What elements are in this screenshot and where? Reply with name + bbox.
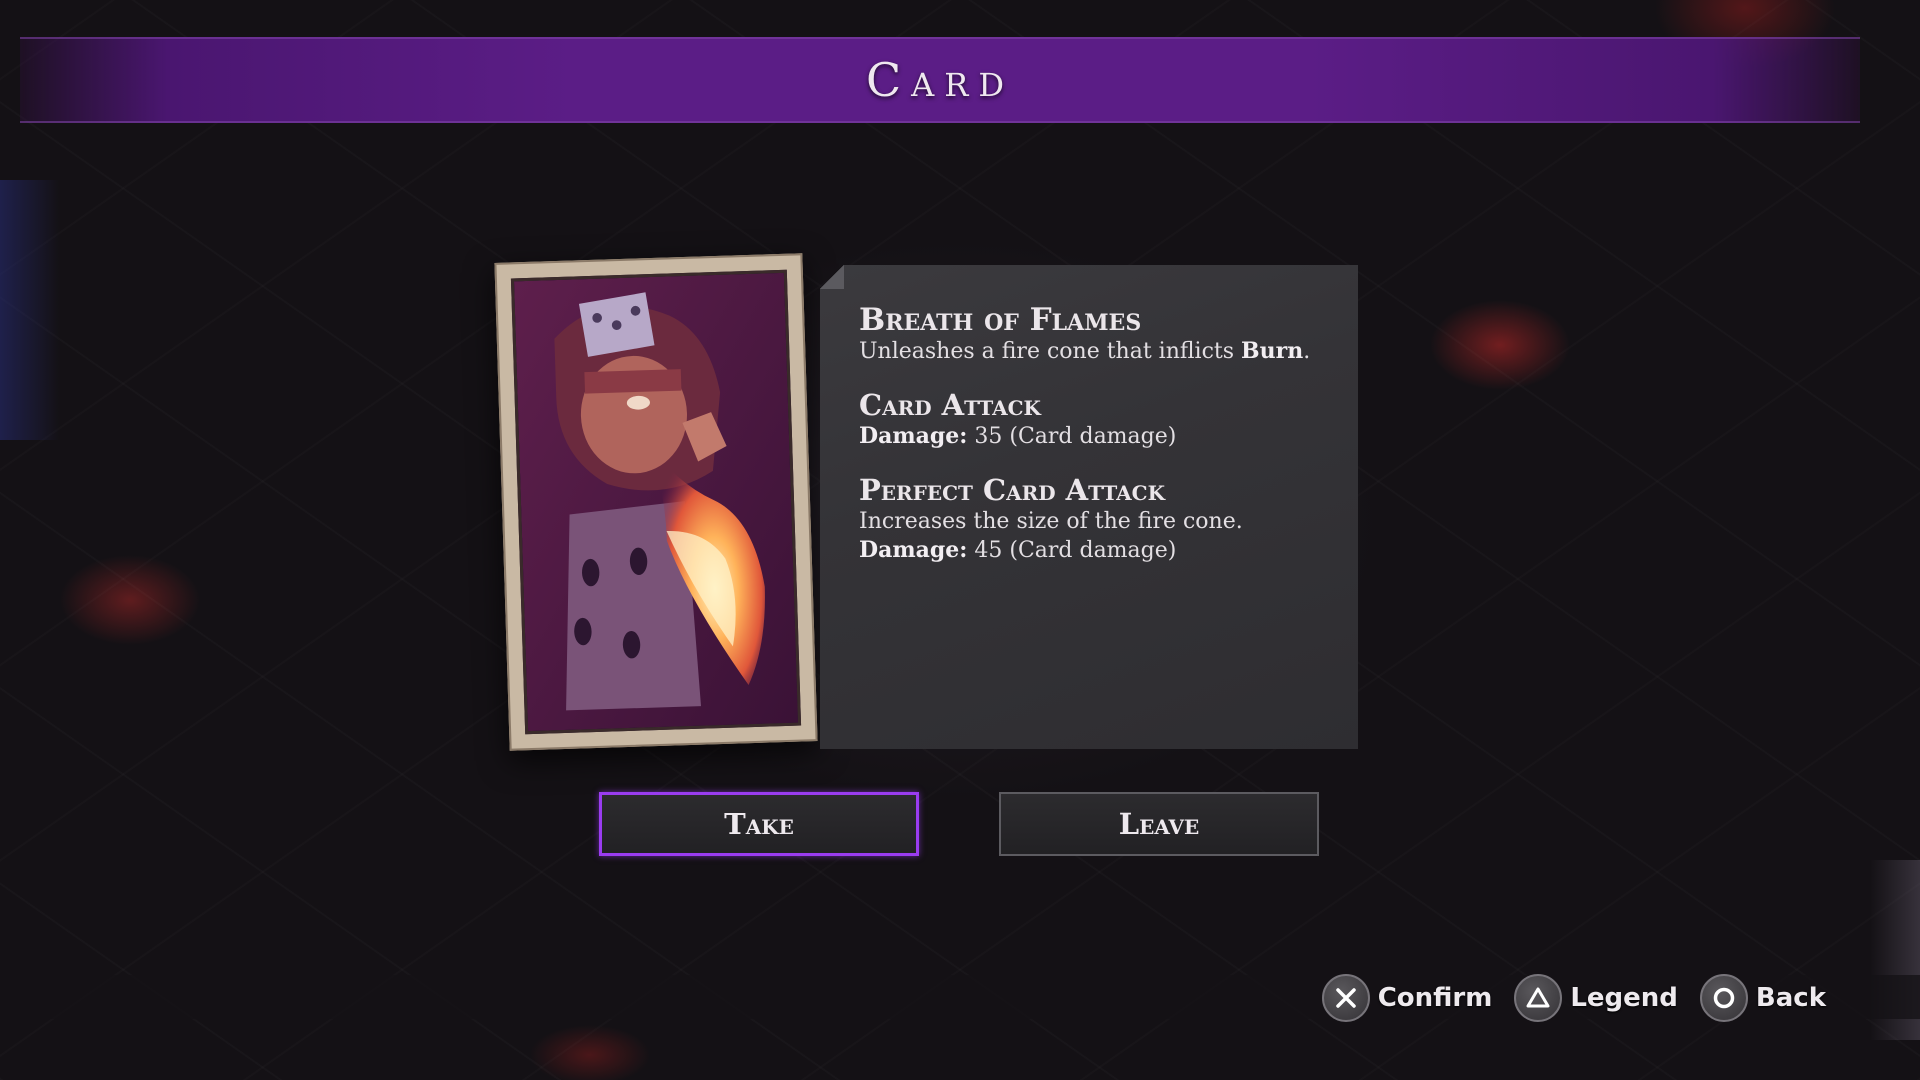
panel-folded-corner [820,265,844,289]
legend-label: Legend [1570,983,1678,1013]
confirm-prompt[interactable]: Confirm [1321,974,1493,1022]
damage-label: Damage: [859,537,968,563]
damage-value: 45 (Card damage) [967,538,1177,563]
back-prompt[interactable]: Back [1699,974,1826,1022]
fire-breather-illustration [513,272,799,732]
card-description: Unleashes a fire cone that inflicts Burn… [859,337,1329,366]
confirm-label: Confirm [1377,983,1493,1013]
card-name: Breath of Flames [859,302,1142,338]
legend-prompt[interactable]: Legend [1514,974,1678,1022]
damage-value: 35 (Card damage) [967,424,1177,449]
circle-button-icon [1699,974,1748,1022]
cross-button-icon [1321,974,1370,1022]
back-label: Back [1755,983,1826,1013]
triangle-button-icon [1514,974,1563,1022]
title-banner: Card [20,37,1860,123]
card-description-text: Unleashes a fire cone that inflicts [859,339,1242,364]
breath-of-flames-card-art [510,269,802,735]
card-description-content: Breath of Flames Unleashes a fire cone t… [859,303,1329,565]
card-description-panel: Breath of Flames Unleashes a fire cone t… [820,265,1358,749]
card-image [494,253,818,751]
perfect-attack-damage: Damage: 45 (Card damage) [859,536,1329,565]
burn-keyword: Burn [1241,338,1304,364]
perfect-card-attack-title: Perfect Card Attack [859,473,1165,507]
page-title: Card [865,53,1015,107]
button-prompts: Confirm Legend Back [1321,972,1826,1024]
card-description-end: . [1303,339,1311,364]
damage-label: Damage: [859,423,968,449]
card-attack-title: Card Attack [859,388,1041,422]
card-attack-damage: Damage: 35 (Card damage) [859,422,1329,451]
perfect-attack-effect: Increases the size of the fire cone. [859,509,1243,534]
take-button[interactable]: Take [599,792,919,856]
leave-button[interactable]: Leave [999,792,1319,856]
background-glow-left [0,180,60,440]
